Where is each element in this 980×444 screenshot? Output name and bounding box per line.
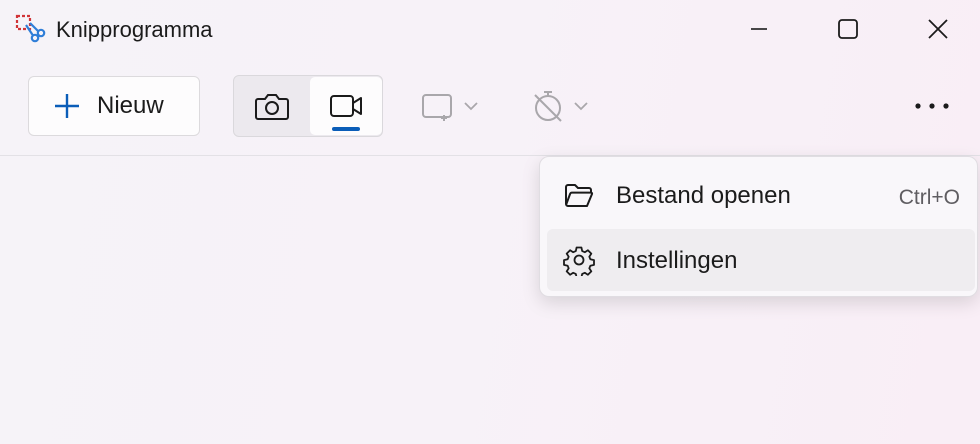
toolbar: Nieuw	[0, 58, 980, 156]
minimize-button[interactable]	[714, 0, 804, 58]
window-title: Knipprogramma	[56, 17, 213, 42]
more-options-menu: Bestand openen Ctrl+O Instellingen	[539, 156, 978, 297]
more-options-button[interactable]	[900, 76, 964, 136]
more-options-icon	[915, 103, 949, 109]
maximize-icon	[838, 19, 858, 39]
new-snip-label: Nieuw	[97, 92, 164, 119]
menu-item-label: Bestand openen	[616, 182, 791, 209]
selected-mode-indicator	[332, 127, 360, 131]
snipping-tool-app-icon	[15, 14, 46, 43]
delay-timer-dropdown[interactable]	[530, 76, 610, 136]
video-mode-button[interactable]	[310, 77, 382, 135]
chevron-down-icon	[574, 102, 588, 111]
menu-item-settings[interactable]: Instellingen	[547, 229, 975, 291]
menu-item-label: Instellingen	[616, 247, 738, 274]
chevron-down-icon	[464, 102, 478, 111]
plus-icon	[55, 94, 79, 118]
no-timer-icon	[534, 91, 562, 122]
screenshot-mode-button[interactable]	[234, 76, 309, 136]
menu-item-open-file[interactable]: Bestand openen Ctrl+O	[547, 164, 975, 226]
rectangle-snip-icon	[422, 94, 452, 121]
close-button[interactable]	[893, 0, 980, 58]
capture-mode-switch	[233, 75, 383, 137]
title-bar: Knipprogramma	[0, 0, 980, 58]
new-snip-button[interactable]: Nieuw	[28, 76, 200, 136]
folder-open-icon	[565, 184, 594, 207]
menu-item-shortcut: Ctrl+O	[898, 186, 960, 209]
video-camera-icon	[330, 95, 362, 117]
maximize-button[interactable]	[803, 0, 893, 58]
camera-icon	[254, 94, 289, 120]
close-icon	[928, 19, 948, 39]
minimize-icon	[751, 28, 767, 30]
gear-icon	[563, 246, 595, 276]
snip-shape-dropdown[interactable]	[420, 76, 500, 136]
